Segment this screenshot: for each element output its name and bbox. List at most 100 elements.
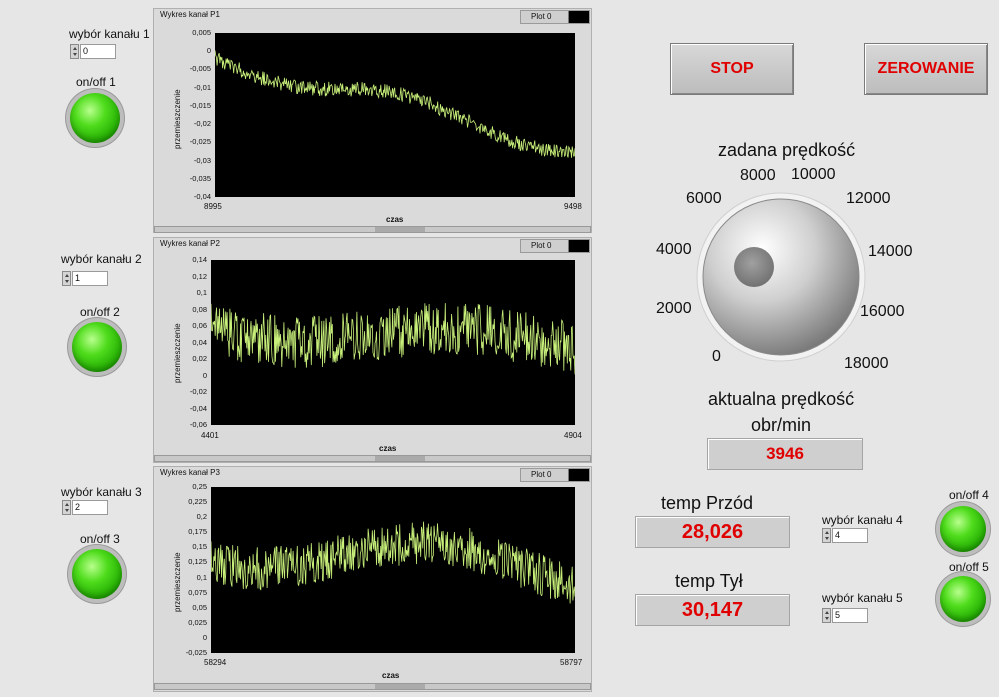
y-tick-label: 0,15 — [192, 542, 207, 552]
y-tick-label: -0,02 — [189, 387, 207, 396]
y-tick-label: -0,01 — [193, 82, 211, 92]
graph-p3-title: Wykres kanał P3 — [160, 468, 220, 477]
y-tick-label: -0,04 — [193, 192, 211, 201]
graph-p3-xmax: 58797 — [560, 658, 583, 667]
y-tick-label: 0,025 — [188, 617, 207, 627]
speed-knob-area: 0 2000 4000 6000 8000 10000 12000 14000 … — [650, 160, 913, 380]
channel-5-value[interactable]: 5 — [832, 608, 868, 623]
knob-title: zadana prędkość — [718, 140, 856, 160]
y-tick-label: 0,08 — [192, 304, 207, 314]
temp-rear-value: 30,147 — [635, 594, 790, 626]
graph-p2-plot[interactable] — [211, 260, 575, 425]
spinner-icon[interactable] — [62, 500, 71, 515]
graph-p1-title: Wykres kanał P1 — [160, 10, 220, 19]
stop-button[interactable]: STOP — [670, 43, 794, 95]
y-tick-label: 0,1 — [196, 288, 207, 297]
graph-p2-scrollbar[interactable] — [154, 455, 591, 462]
plot-legend[interactable]: Plot 0 — [520, 239, 590, 253]
graph-p2-xlabel: czas — [379, 444, 397, 453]
channel-3-value[interactable]: 2 — [72, 500, 108, 515]
plot-legend[interactable]: Plot 0 — [520, 10, 590, 24]
y-tick-label: 0 — [202, 370, 207, 380]
spinner-icon[interactable] — [822, 608, 831, 623]
y-tick-label: -0,025 — [189, 137, 211, 147]
speed-unit: obr/min — [751, 415, 812, 435]
onoff-1-led[interactable] — [70, 93, 120, 143]
plot-legend[interactable]: Plot 0 — [520, 468, 590, 482]
graph-p1-xmin: 8995 — [204, 202, 222, 211]
channel-1-label: wybór kanału 1 — [69, 27, 150, 41]
y-tick-label: 0,075 — [188, 587, 207, 597]
channel-3-selector[interactable]: 2 — [62, 500, 108, 515]
graph-p2-trace — [211, 303, 575, 375]
y-tick-label: 0,12 — [192, 271, 207, 281]
graph-p2-title: Wykres kanał P2 — [160, 239, 220, 248]
onoff-1-label: on/off 1 — [76, 75, 116, 89]
temp-front-value: 28,026 — [635, 516, 790, 548]
graph-p2: Wykres kanał P2 Plot 0 przemieszczenie 0… — [153, 237, 592, 463]
zero-button[interactable]: ZEROWANIE — [864, 43, 988, 95]
channel-5-label: wybór kanału 5 — [822, 591, 903, 605]
y-tick-label: -0,025 — [185, 648, 207, 657]
onoff-5-led[interactable] — [940, 576, 986, 622]
y-tick-label: 0,175 — [188, 527, 207, 537]
spinner-icon[interactable] — [62, 271, 71, 286]
y-tick-label: -0,03 — [193, 155, 211, 165]
onoff-3-label: on/off 3 — [80, 532, 120, 546]
temp-rear-label: temp Tył — [675, 571, 743, 591]
y-tick-label: 0,04 — [192, 337, 207, 347]
plot-line-icon — [568, 469, 589, 481]
y-tick-label: 0,005 — [192, 28, 211, 37]
channel-1-selector[interactable]: 0 — [70, 44, 116, 59]
speed-knob[interactable] — [650, 160, 910, 380]
graph-p3-trace — [211, 521, 575, 604]
graph-p1: Wykres kanał P1 Plot 0 przemieszczenie 0… — [153, 8, 592, 233]
signal-trace — [215, 50, 575, 158]
graph-p3-xlabel: czas — [382, 671, 400, 680]
y-tick-label: 0,14 — [192, 255, 207, 264]
y-tick-label: 0,2 — [196, 512, 207, 522]
signal-trace — [211, 303, 575, 375]
channel-3-label: wybór kanału 3 — [61, 485, 142, 499]
graph-p1-xmax: 9498 — [564, 202, 582, 211]
channel-2-value[interactable]: 1 — [72, 271, 108, 286]
y-tick-label: 0 — [202, 632, 207, 642]
graph-p1-trace — [215, 50, 575, 158]
channel-4-selector[interactable]: 4 — [822, 528, 868, 543]
graph-p3-xmin: 58294 — [204, 658, 227, 667]
y-tick-label: -0,06 — [189, 420, 207, 429]
y-tick-label: 0,02 — [192, 354, 207, 363]
plot-line-icon — [568, 240, 589, 252]
onoff-4-led[interactable] — [940, 506, 986, 552]
graph-p3-plot[interactable] — [211, 487, 575, 653]
channel-2-selector[interactable]: 1 — [62, 271, 108, 286]
plot-legend-label: Plot 0 — [531, 470, 552, 479]
y-tick-label: -0,04 — [189, 403, 207, 413]
y-tick-label: -0,005 — [189, 64, 211, 74]
signal-trace — [211, 521, 575, 604]
y-tick-label: -0,015 — [189, 100, 211, 110]
spinner-icon[interactable] — [70, 44, 79, 59]
plot-line-icon — [568, 11, 589, 23]
graph-p3-scrollbar[interactable] — [154, 683, 591, 690]
onoff-2-led[interactable] — [72, 322, 122, 372]
y-tick-label: 0,25 — [192, 482, 207, 491]
graph-p1-plot[interactable] — [215, 33, 575, 197]
speed-value: 3946 — [707, 438, 863, 470]
onoff-3-led[interactable] — [72, 549, 122, 599]
plot-legend-label: Plot 0 — [531, 241, 552, 250]
y-tick-label: 0,225 — [188, 497, 207, 507]
spinner-icon[interactable] — [822, 528, 831, 543]
channel-4-value[interactable]: 4 — [832, 528, 868, 543]
channel-2-label: wybór kanału 2 — [61, 252, 142, 266]
y-tick-label: 0,1 — [196, 572, 207, 582]
channel-5-selector[interactable]: 5 — [822, 608, 868, 623]
channel-1-value[interactable]: 0 — [80, 44, 116, 59]
onoff-5-label: on/off 5 — [949, 560, 989, 574]
graph-p2-xmin: 4401 — [201, 431, 219, 440]
onoff-2-label: on/off 2 — [80, 305, 120, 319]
graph-p1-scrollbar[interactable] — [154, 226, 591, 233]
graph-p3: Wykres kanał P3 Plot 0 przemieszczenie 0… — [153, 466, 592, 692]
plot-legend-label: Plot 0 — [531, 12, 552, 21]
y-tick-label: 0,06 — [192, 321, 207, 330]
